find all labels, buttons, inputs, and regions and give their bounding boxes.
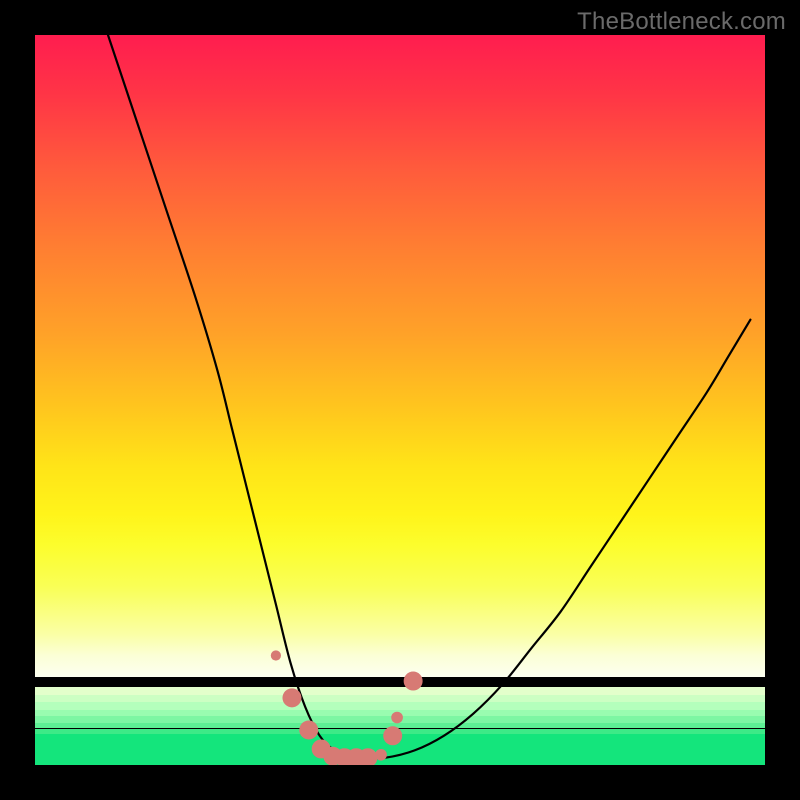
curve-marker — [271, 650, 281, 660]
bottleneck-curve-svg — [35, 35, 765, 765]
curve-marker — [391, 712, 403, 724]
chart-frame: TheBottleneck.com — [0, 0, 800, 800]
plot-area — [35, 35, 765, 765]
curve-marker — [375, 749, 387, 761]
curve-marker — [299, 720, 318, 739]
bottleneck-curve — [108, 35, 750, 758]
curve-marker — [404, 672, 423, 691]
curve-marker — [282, 688, 301, 707]
branding-watermark: TheBottleneck.com — [577, 8, 786, 36]
curve-marker — [383, 726, 402, 745]
curve-markers — [271, 650, 423, 765]
branding-text: TheBottleneck.com — [577, 8, 786, 35]
